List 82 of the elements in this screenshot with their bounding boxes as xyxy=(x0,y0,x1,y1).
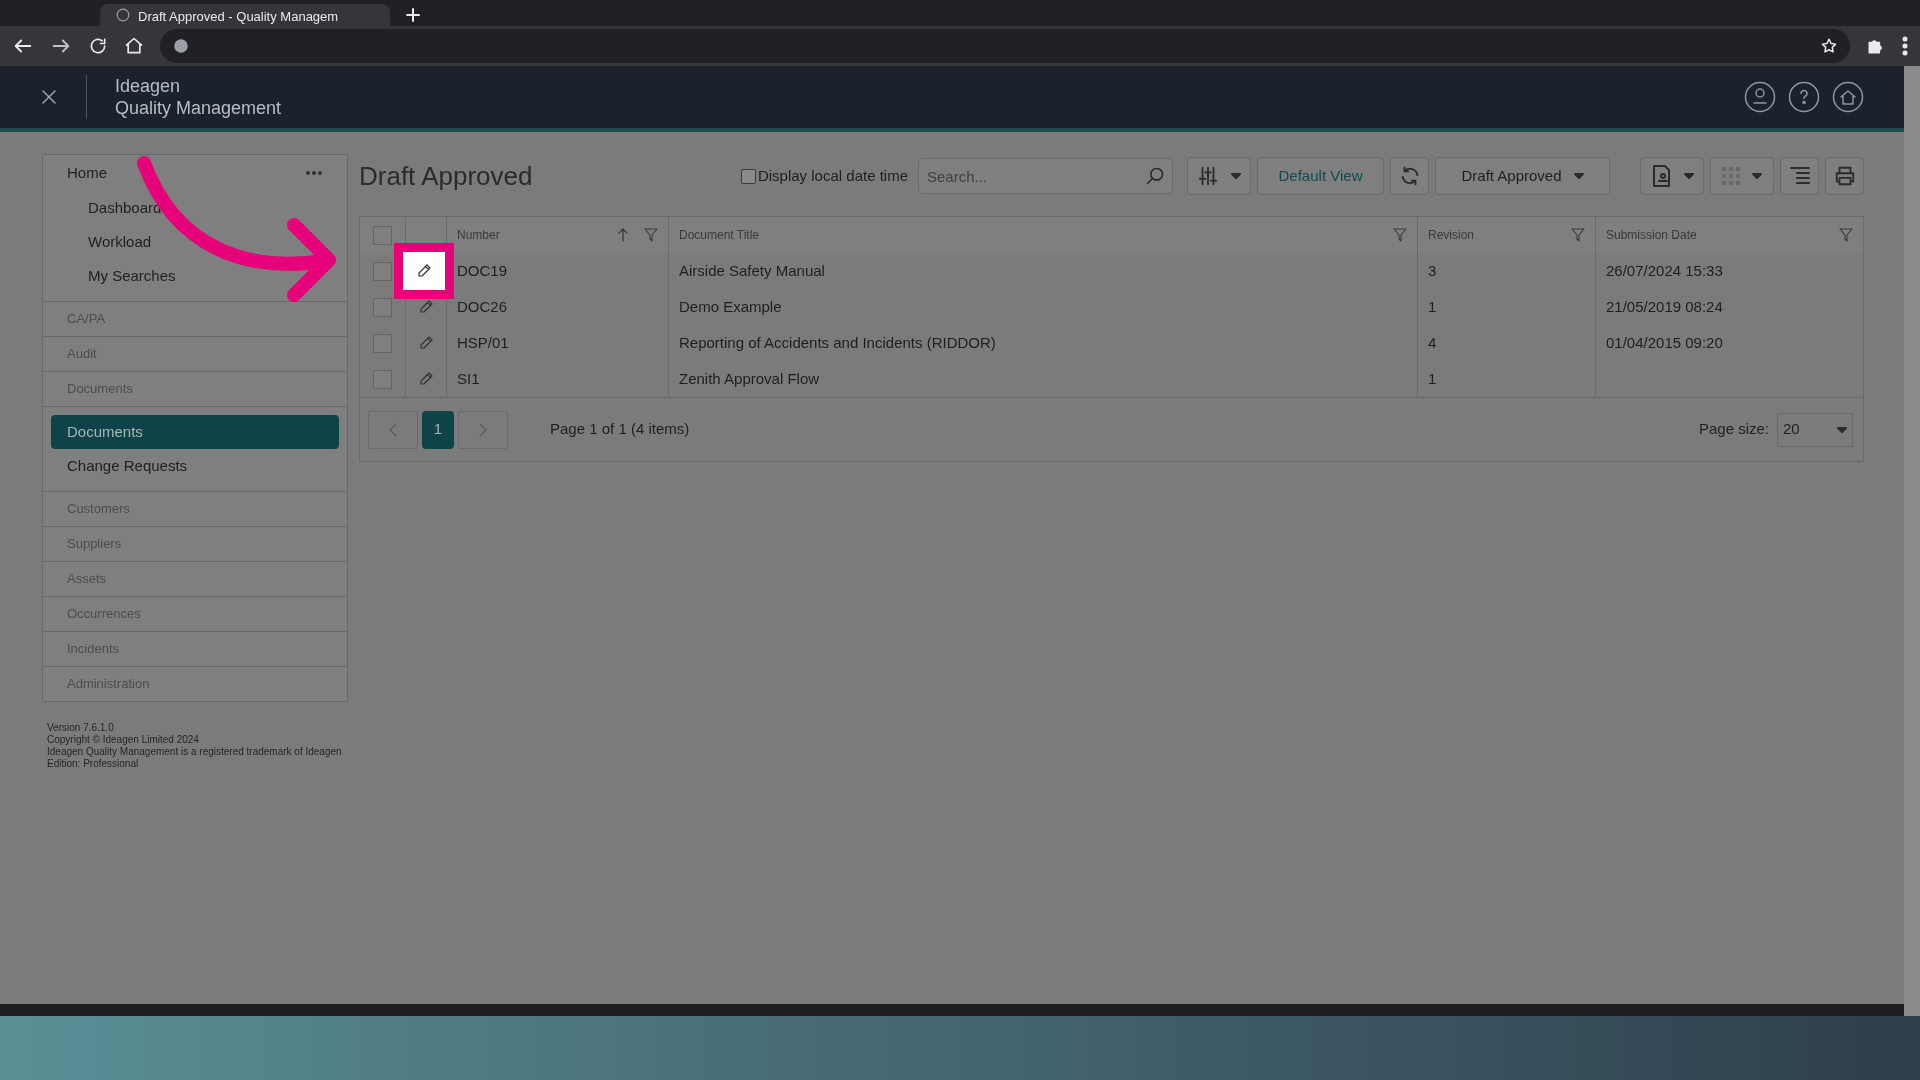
table-cell-text: 01/04/2015 09:20 xyxy=(1605,332,1724,353)
checkbox-label: Display local date time xyxy=(757,165,908,186)
column-header[interactable]: Submission Date xyxy=(1606,226,1697,244)
filter-icon[interactable] xyxy=(1839,228,1853,242)
footer-text: Copyright © Ideagen Limited 2024 xyxy=(47,734,200,746)
close-icon[interactable] xyxy=(40,88,58,106)
row-checkbox[interactable] xyxy=(373,261,392,281)
table-cell: 3 xyxy=(1418,253,1596,289)
sidebar-item[interactable]: Documents xyxy=(51,415,339,449)
footer-text: Version 7.6.1.0 xyxy=(47,722,115,734)
home-icon[interactable] xyxy=(124,36,144,56)
sort-button[interactable] xyxy=(1187,157,1251,195)
sidebar-item[interactable]: Change Requests xyxy=(43,449,347,483)
print-button[interactable] xyxy=(1825,157,1864,195)
filter-icon[interactable] xyxy=(1393,228,1407,242)
table-cell: Reporting of Accidents and Incidents (RIDDOR) xyxy=(669,325,1418,361)
list-button[interactable] xyxy=(1780,157,1819,195)
globe-icon xyxy=(172,37,190,55)
document-icon xyxy=(1650,164,1672,188)
table-cell-text: 26/07/2024 15:33 xyxy=(1605,260,1724,281)
filter-icon[interactable] xyxy=(644,228,658,242)
pagination-summary: Page 1 of 1 (4 items) xyxy=(550,419,690,440)
select-value: Draft Approved xyxy=(1461,165,1562,186)
default-view-button[interactable]: Default View xyxy=(1257,157,1384,195)
page-size-select[interactable]: 20 xyxy=(1777,412,1853,447)
sidebar-item[interactable]: Dashboard xyxy=(43,191,347,225)
table-cell-text: 21/05/2019 08:24 xyxy=(1605,296,1724,317)
table-cell: Zenith Approval Flow xyxy=(669,361,1418,397)
globe-icon xyxy=(116,8,130,22)
table-cell: DOC26 xyxy=(447,289,669,325)
view-select[interactable]: Draft Approved xyxy=(1435,157,1610,195)
sliders-icon xyxy=(1197,165,1219,187)
caret-icon xyxy=(1684,173,1694,179)
list-icon xyxy=(1788,166,1811,186)
print-icon xyxy=(1833,165,1856,187)
footer-text: Ideagen Quality Management is a registered trademark of Ideagen xyxy=(47,746,343,758)
page-title: Draft Approved xyxy=(359,159,533,193)
reload-icon[interactable] xyxy=(88,36,108,56)
user-icon[interactable] xyxy=(1744,81,1776,113)
sort-ascending-icon[interactable] xyxy=(618,228,628,242)
help-icon[interactable] xyxy=(1788,81,1820,113)
page-button[interactable]: 1 xyxy=(422,410,454,449)
more-icon[interactable] xyxy=(1902,36,1908,56)
refresh-button[interactable] xyxy=(1390,157,1429,195)
column-header[interactable]: Revision xyxy=(1428,226,1475,244)
search-icon[interactable] xyxy=(1145,166,1165,186)
checkbox[interactable] xyxy=(740,168,756,184)
column-header[interactable]: Number xyxy=(457,226,500,244)
table-cell: Airside Safety Manual xyxy=(669,253,1418,289)
scrollbar[interactable] xyxy=(1904,66,1920,1016)
table-cell: 1 xyxy=(1418,361,1596,397)
tab-title: Draft Approved - Quality Managem xyxy=(138,7,339,23)
sidebar-item[interactable]: Home xyxy=(67,161,107,185)
select-all-checkbox[interactable] xyxy=(373,225,392,245)
browser-tab[interactable]: Draft Approved - Quality Managem xyxy=(100,4,390,26)
filter-icon[interactable] xyxy=(1571,228,1585,242)
export-button[interactable] xyxy=(1640,157,1704,195)
caret-icon xyxy=(1752,173,1762,179)
table-cell: HSP/01 xyxy=(447,325,669,361)
table-cell: 1 xyxy=(1418,289,1596,325)
column-header[interactable]: Document Title xyxy=(679,226,760,244)
row-checkbox[interactable] xyxy=(373,297,392,317)
pencil-icon[interactable] xyxy=(416,263,432,279)
row-checkbox[interactable] xyxy=(373,369,392,389)
caret-icon xyxy=(1837,426,1847,433)
table-cell: Demo Example xyxy=(669,289,1418,325)
select-value: 20 xyxy=(1783,419,1800,440)
table-cell: SI1 xyxy=(447,361,669,397)
search-field[interactable]: Search... xyxy=(918,158,1173,194)
sidebar-item[interactable]: My Searches xyxy=(43,259,347,293)
page-size-label: Page size: xyxy=(1698,419,1769,440)
home-icon[interactable] xyxy=(1832,81,1864,113)
caret-icon xyxy=(1573,173,1584,179)
caret-icon xyxy=(1231,173,1241,179)
star-icon[interactable] xyxy=(1820,37,1838,55)
footer-text: Edition: Professional xyxy=(47,758,140,770)
product-name: Quality Management xyxy=(115,97,282,120)
row-checkbox[interactable] xyxy=(373,333,392,353)
sidebar-item[interactable]: Workload xyxy=(43,225,347,259)
brand-name: Ideagen xyxy=(115,74,182,97)
table-cell: 4 xyxy=(1418,325,1596,361)
plus-icon[interactable] xyxy=(406,8,420,22)
